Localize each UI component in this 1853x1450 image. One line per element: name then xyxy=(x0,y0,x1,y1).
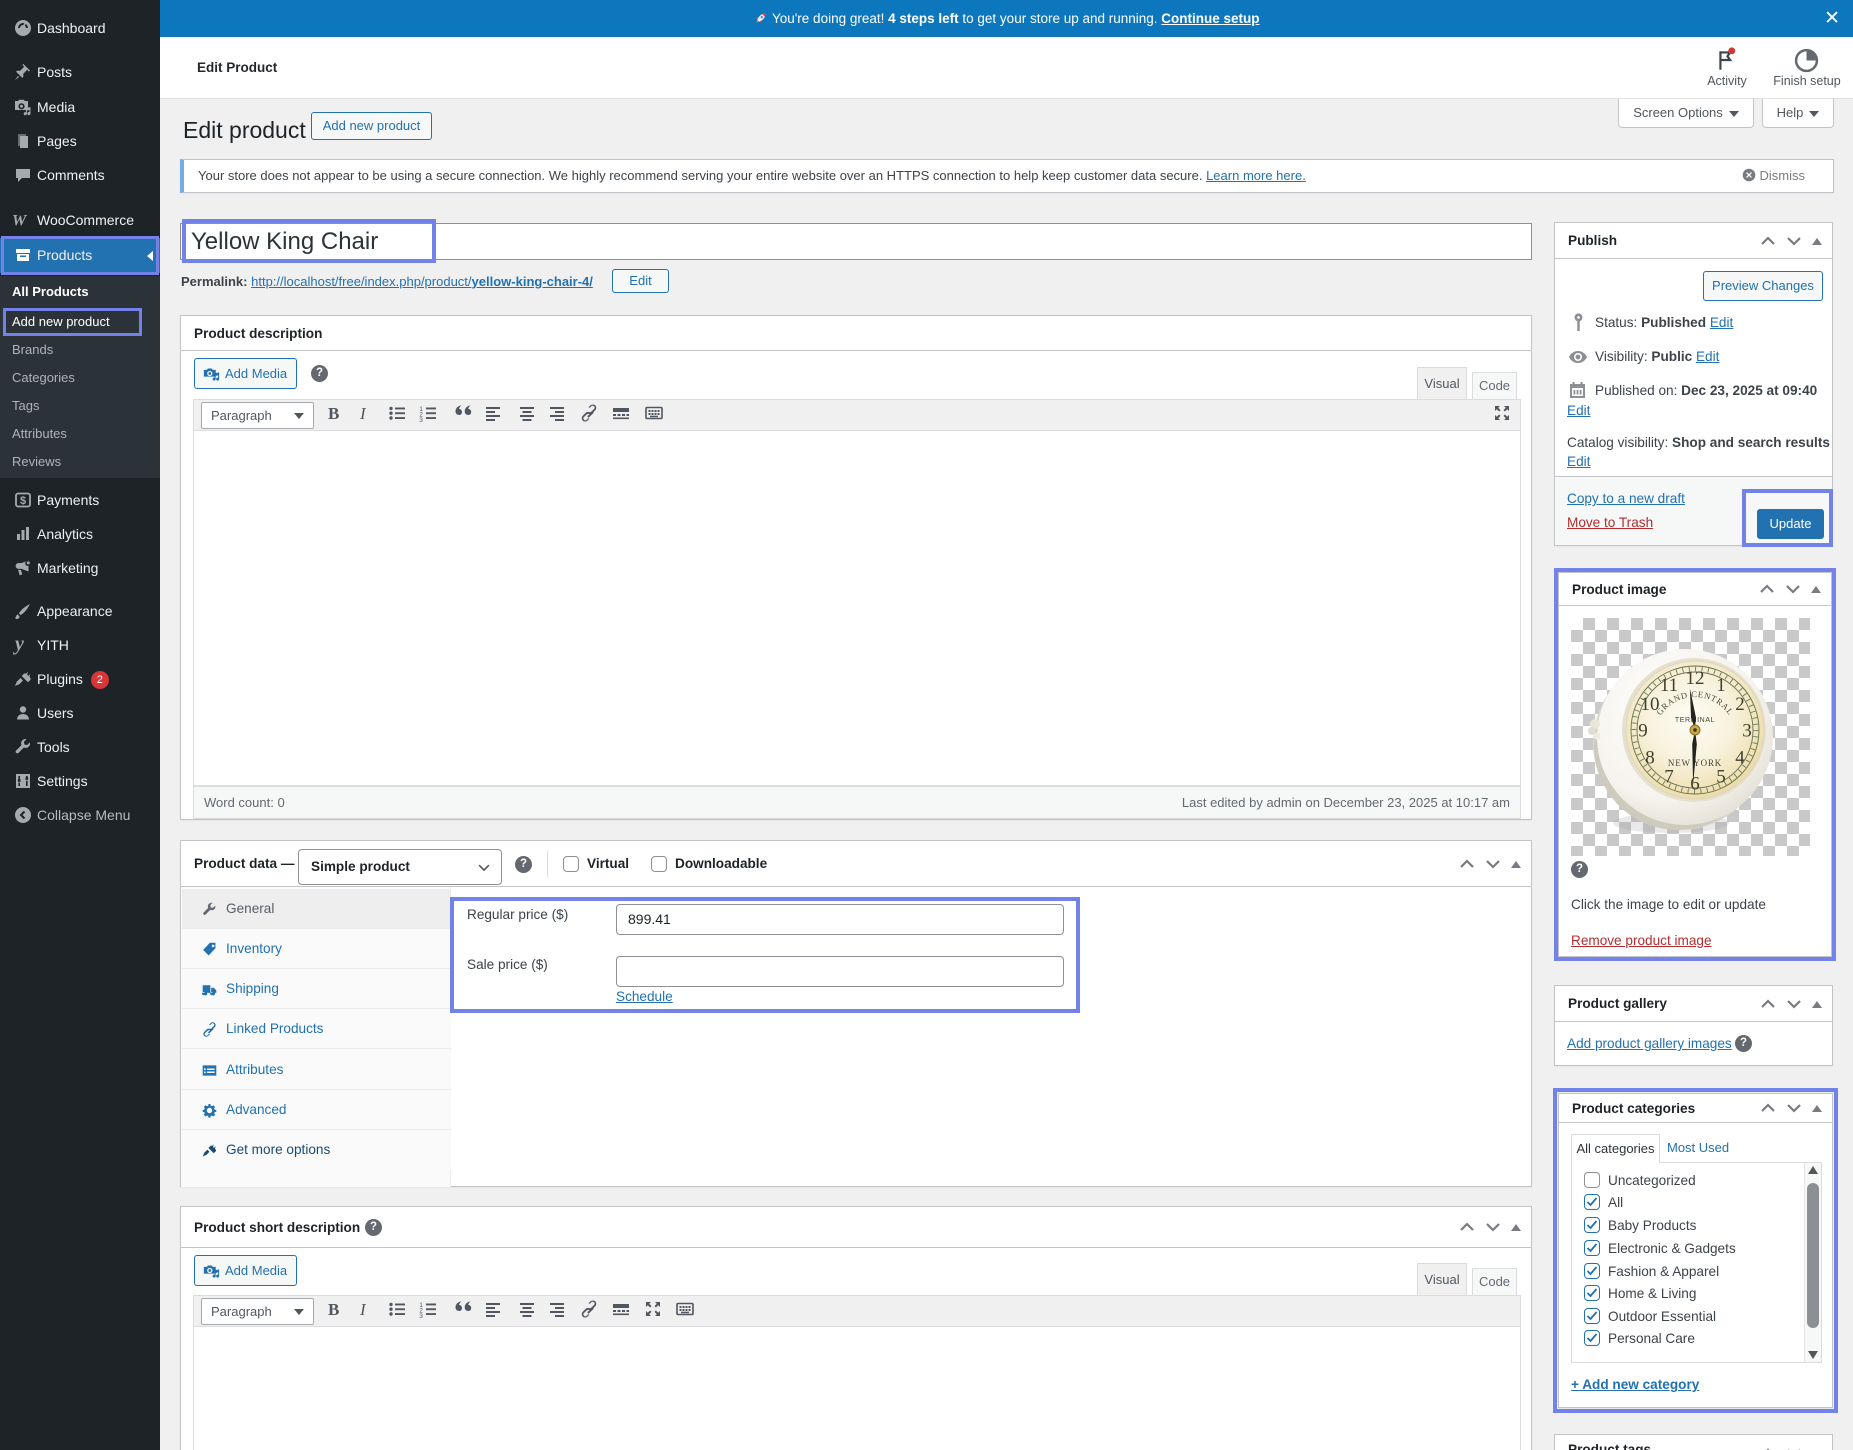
svg-text:B: B xyxy=(328,1300,339,1319)
svg-text:3: 3 xyxy=(419,417,423,423)
svg-text:y: y xyxy=(13,635,24,655)
svg-text:$: $ xyxy=(20,495,26,507)
svg-text:11: 11 xyxy=(1660,675,1678,696)
svg-text:3: 3 xyxy=(1742,721,1752,742)
svg-text:I: I xyxy=(359,1300,367,1319)
svg-text:6: 6 xyxy=(1690,773,1700,794)
svg-text:I: I xyxy=(359,404,367,423)
svg-text:8: 8 xyxy=(1645,747,1655,768)
svg-text:4: 4 xyxy=(1735,747,1745,768)
svg-text:2: 2 xyxy=(1735,694,1745,715)
svg-text:B: B xyxy=(328,404,339,423)
svg-text:5: 5 xyxy=(1716,766,1726,787)
svg-text:3: 3 xyxy=(419,1313,423,1319)
svg-text:W: W xyxy=(13,213,28,230)
svg-text:9: 9 xyxy=(1638,721,1648,742)
svg-text:1: 1 xyxy=(1716,675,1726,696)
svg-text:12: 12 xyxy=(1686,668,1705,689)
svg-text:7: 7 xyxy=(1664,766,1674,787)
